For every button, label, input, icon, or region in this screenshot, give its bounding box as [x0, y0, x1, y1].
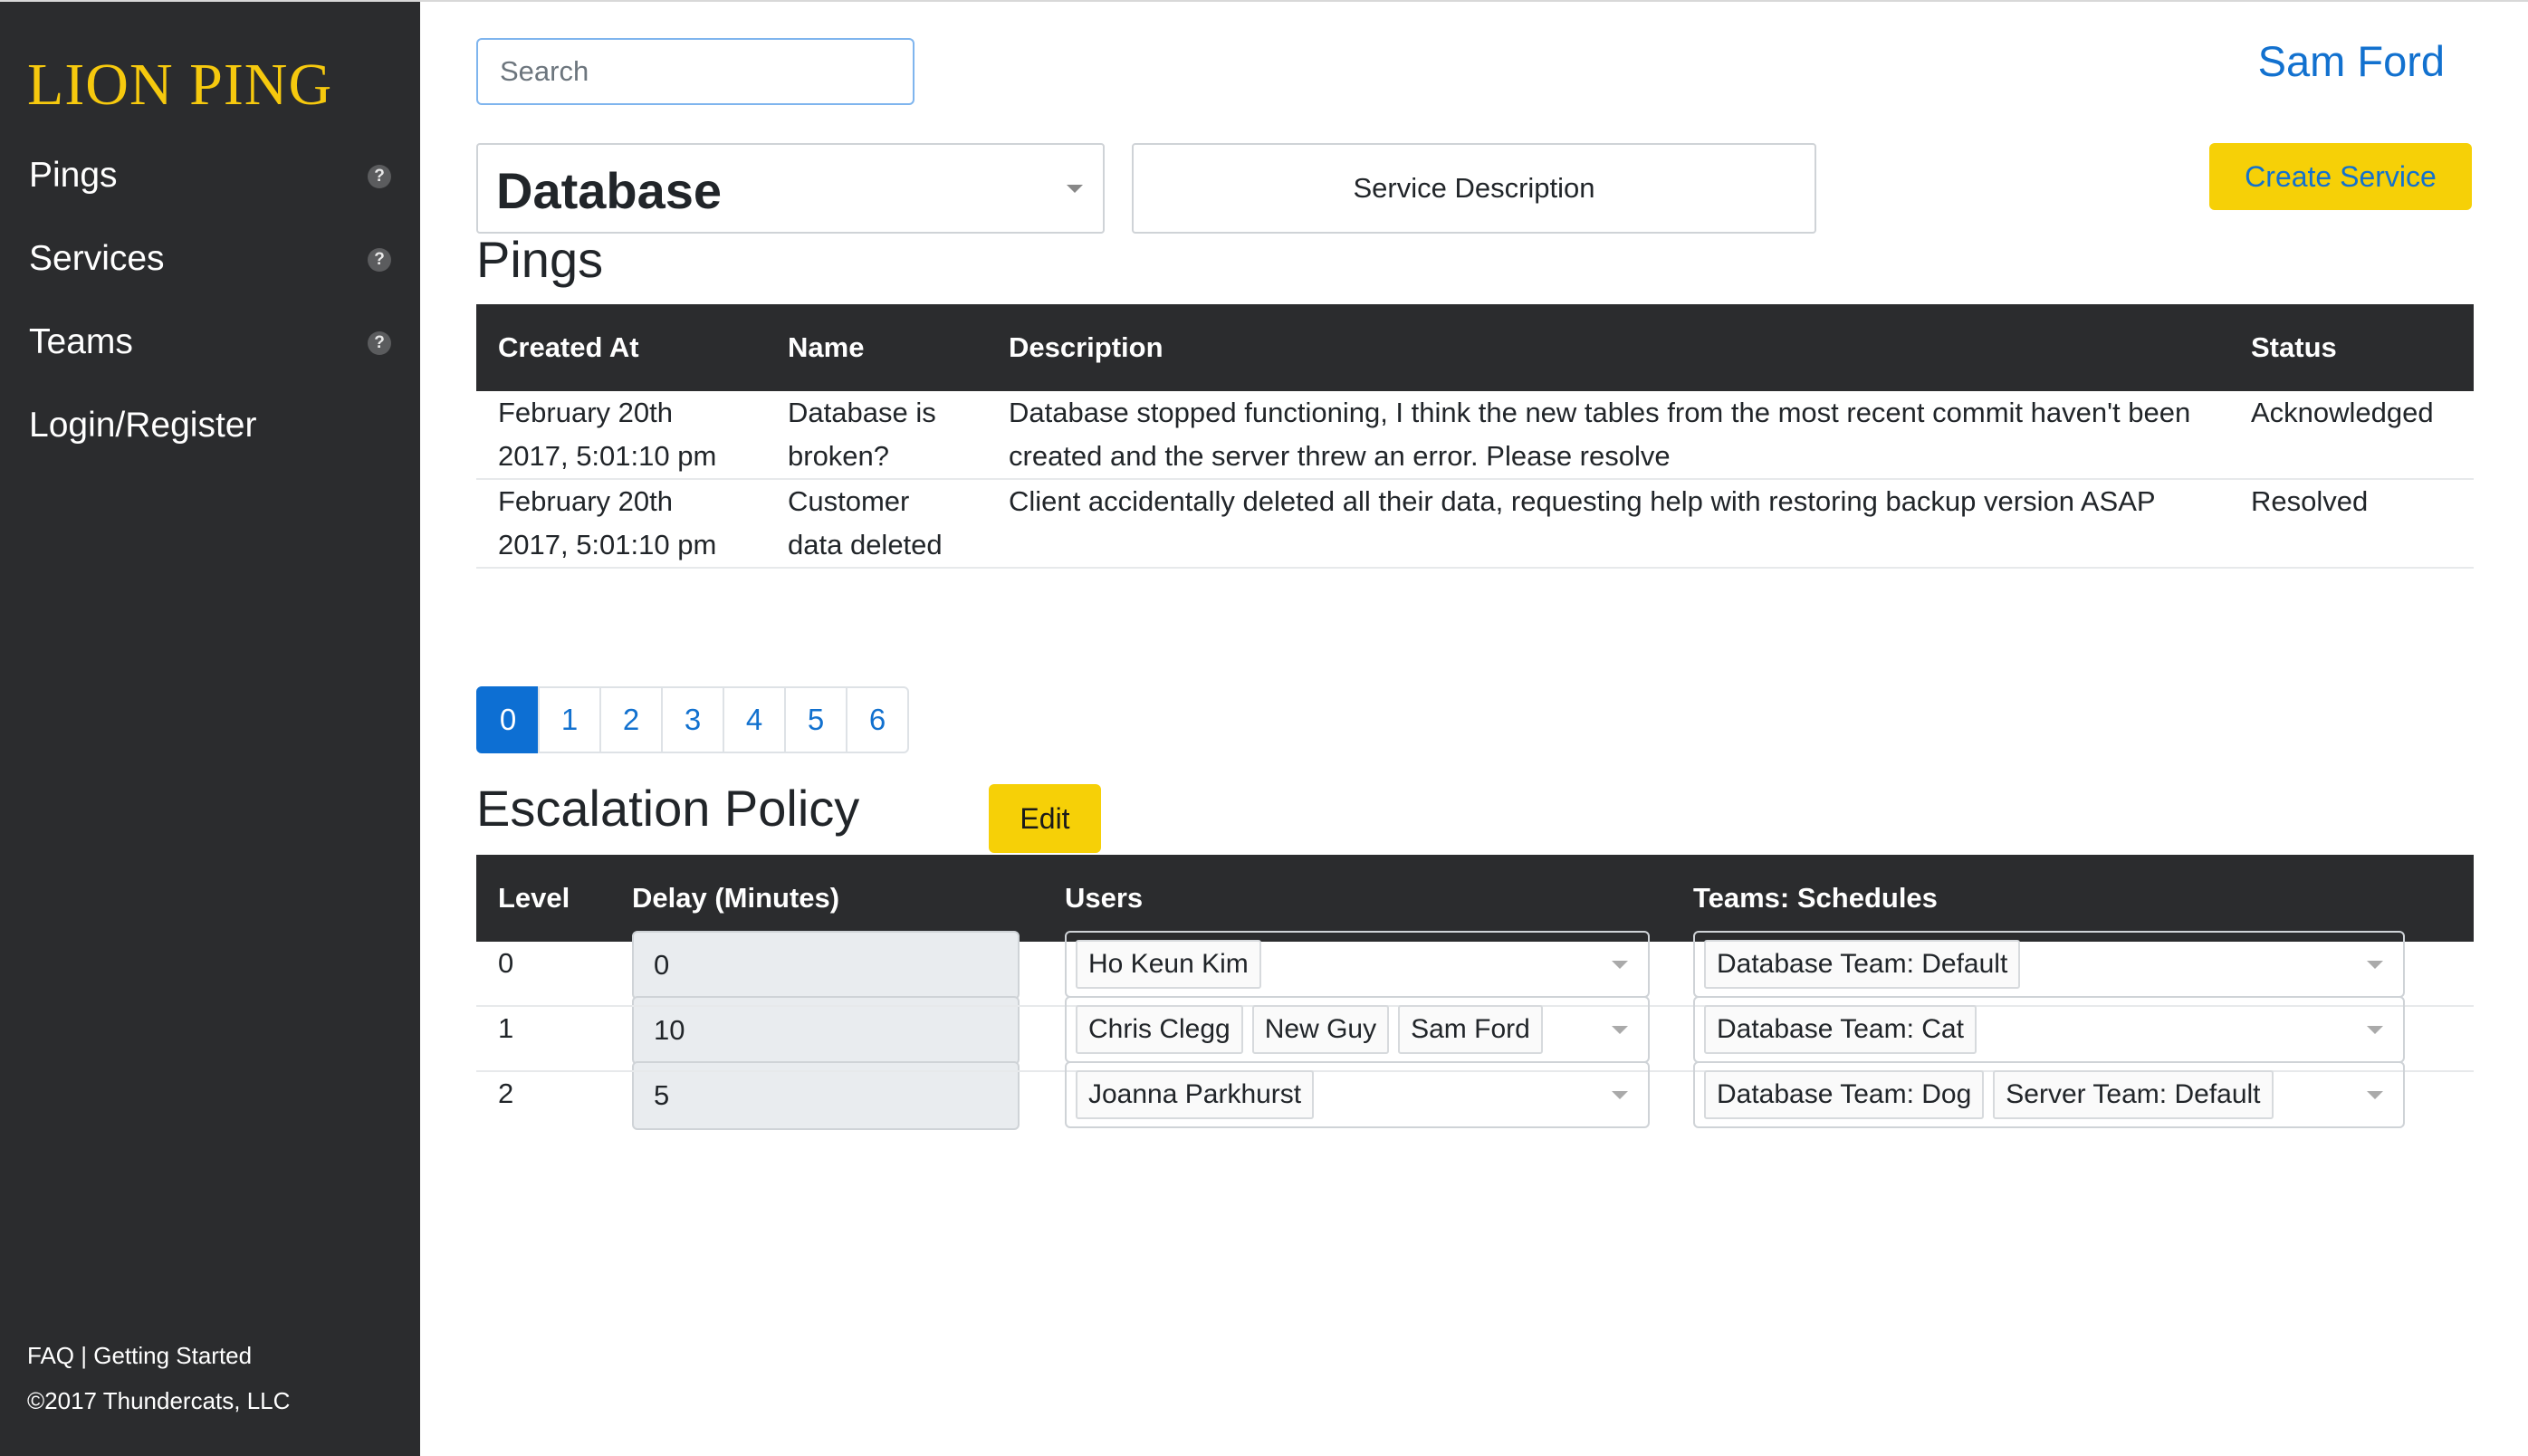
team-schedule-tag[interactable]: Database Team: Cat — [1704, 1005, 1977, 1054]
pings-table: Created At Name Description Status Febru… — [476, 304, 2474, 569]
created-at-date: February 20th — [498, 397, 673, 428]
created-at-time: 2017, 5:01:10 pm — [498, 440, 717, 472]
sidebar-item-teams[interactable]: Teams — [29, 322, 133, 362]
page-button-2[interactable]: 2 — [599, 686, 663, 753]
help-icon[interactable]: ? — [368, 331, 391, 355]
users-multiselect[interactable]: Joanna Parkhurst — [1065, 1061, 1650, 1128]
ping-name: Database is — [788, 397, 936, 428]
help-icon[interactable]: ? — [368, 165, 391, 188]
user-name-link[interactable]: Sam Ford — [2258, 36, 2445, 86]
escalation-table: Level Delay (Minutes) Users Teams: Sched… — [476, 855, 2474, 1135]
created-at-time: 2017, 5:01:10 pm — [498, 529, 717, 560]
chevron-down-icon[interactable] — [1612, 961, 1628, 969]
page-button-5[interactable]: 5 — [784, 686, 847, 753]
created-at-cell: February 20th 2017, 5:01:10 pm — [476, 391, 766, 480]
pagination: 0 1 2 3 4 5 6 — [476, 686, 909, 753]
sidebar-item-services[interactable]: Services — [29, 239, 165, 279]
teams-multiselect[interactable]: Database Team: Default — [1693, 931, 2405, 998]
page-button-3[interactable]: 3 — [661, 686, 724, 753]
user-tag[interactable]: Joanna Parkhurst — [1076, 1070, 1315, 1119]
column-header: Teams: Schedules — [1671, 855, 2474, 942]
column-header: Level — [476, 855, 610, 942]
pings-title: Pings — [476, 231, 604, 288]
user-tag[interactable]: Ho Keun Kim — [1076, 940, 1261, 989]
brand-logo[interactable]: LION PING — [27, 51, 332, 120]
sidebar-item-login-register[interactable]: Login/Register — [29, 406, 256, 445]
team-schedule-tag[interactable]: Server Team: Default — [1993, 1070, 2274, 1119]
search-input[interactable] — [476, 38, 914, 105]
delay-input: 0 — [632, 931, 1020, 1000]
page-button-1[interactable]: 1 — [538, 686, 601, 753]
delay-input: 10 — [632, 996, 1020, 1065]
level-cell: 2 — [498, 1078, 514, 1109]
team-schedule-tag[interactable]: Database Team: Dog — [1704, 1070, 1985, 1119]
users-cell: Joanna Parkhurst — [1043, 1061, 1671, 1135]
help-icon[interactable]: ? — [368, 248, 391, 272]
column-header[interactable]: Description — [987, 304, 2229, 391]
level-cell: 0 — [476, 942, 610, 1007]
footer-links[interactable]: FAQ | Getting Started — [27, 1342, 252, 1370]
table-header-row: Level Delay (Minutes) Users Teams: Sched… — [476, 855, 2474, 942]
sidebar-item-pings[interactable]: Pings — [29, 156, 118, 196]
service-select[interactable]: Database — [476, 143, 1105, 234]
ping-name: data deleted — [788, 529, 943, 560]
level-cell: 1 — [476, 1006, 610, 1072]
name-cell: Database is broken? — [766, 391, 987, 480]
description-cell: Database stopped functioning, I think th… — [987, 391, 2229, 480]
column-header[interactable]: Status — [2229, 304, 2474, 391]
table-row[interactable]: February 20th 2017, 5:01:10 pm Customer da… — [476, 479, 2474, 569]
chevron-down-icon[interactable] — [1612, 1026, 1628, 1034]
page-button-0[interactable]: 0 — [476, 686, 540, 753]
user-tag[interactable]: New Guy — [1251, 1005, 1390, 1054]
teams-multiselect[interactable]: Database Team: Dog Server Team: Default — [1693, 1061, 2405, 1128]
ping-name: broken? — [788, 440, 890, 472]
column-header: Users — [1043, 855, 1671, 942]
table-row[interactable]: February 20th 2017, 5:01:10 pm Database i… — [476, 391, 2474, 480]
created-at-cell: February 20th 2017, 5:01:10 pm — [476, 479, 766, 569]
status-cell: Acknowledged — [2229, 391, 2474, 480]
sidebar: LION PING Pings ? Services ? Teams ? Log… — [0, 2, 420, 1456]
column-header[interactable]: Name — [766, 304, 987, 391]
users-multiselect[interactable]: Chris Clegg New Guy Sam Ford — [1065, 996, 1650, 1063]
table-row: 2 5 Joanna Parkhurst Database Team: Dog … — [476, 1061, 2474, 1135]
name-cell: Customer data deleted — [766, 479, 987, 569]
column-header: Delay (Minutes) — [610, 855, 1043, 942]
chevron-down-icon[interactable] — [2367, 1026, 2383, 1034]
delay-cell: 5 — [610, 1061, 1043, 1135]
escalation-policy-title: Escalation Policy — [476, 780, 860, 837]
chevron-down-icon[interactable] — [2367, 961, 2383, 969]
ping-name: Customer — [788, 485, 910, 517]
create-service-button[interactable]: Create Service — [2209, 143, 2472, 210]
copyright: ©2017 Thundercats, LLC — [27, 1387, 291, 1414]
teams-cell: Database Team: Dog Server Team: Default — [1671, 1061, 2474, 1135]
status-cell: Resolved — [2229, 479, 2474, 569]
chevron-down-icon[interactable] — [1612, 1091, 1628, 1099]
page-button-6[interactable]: 6 — [846, 686, 909, 753]
team-schedule-tag[interactable]: Database Team: Default — [1704, 940, 2021, 989]
column-header[interactable]: Created At — [476, 304, 766, 391]
delay-input: 5 — [632, 1061, 1020, 1130]
chevron-down-icon — [1067, 185, 1083, 193]
teams-multiselect[interactable]: Database Team: Cat — [1693, 996, 2405, 1063]
selected-service: Database — [496, 162, 723, 219]
chevron-down-icon[interactable] — [2367, 1091, 2383, 1099]
edit-escalation-button[interactable]: Edit — [989, 784, 1101, 853]
user-tag[interactable]: Chris Clegg — [1076, 1005, 1243, 1054]
table-header-row: Created At Name Description Status — [476, 304, 2474, 391]
created-at-date: February 20th — [498, 485, 673, 517]
page-button-4[interactable]: 4 — [723, 686, 786, 753]
service-description-button[interactable]: Service Description — [1132, 143, 1816, 234]
users-multiselect[interactable]: Ho Keun Kim — [1065, 931, 1650, 998]
description-cell: Client accidentally deleted all their da… — [987, 479, 2229, 569]
user-tag[interactable]: Sam Ford — [1398, 1005, 1543, 1054]
